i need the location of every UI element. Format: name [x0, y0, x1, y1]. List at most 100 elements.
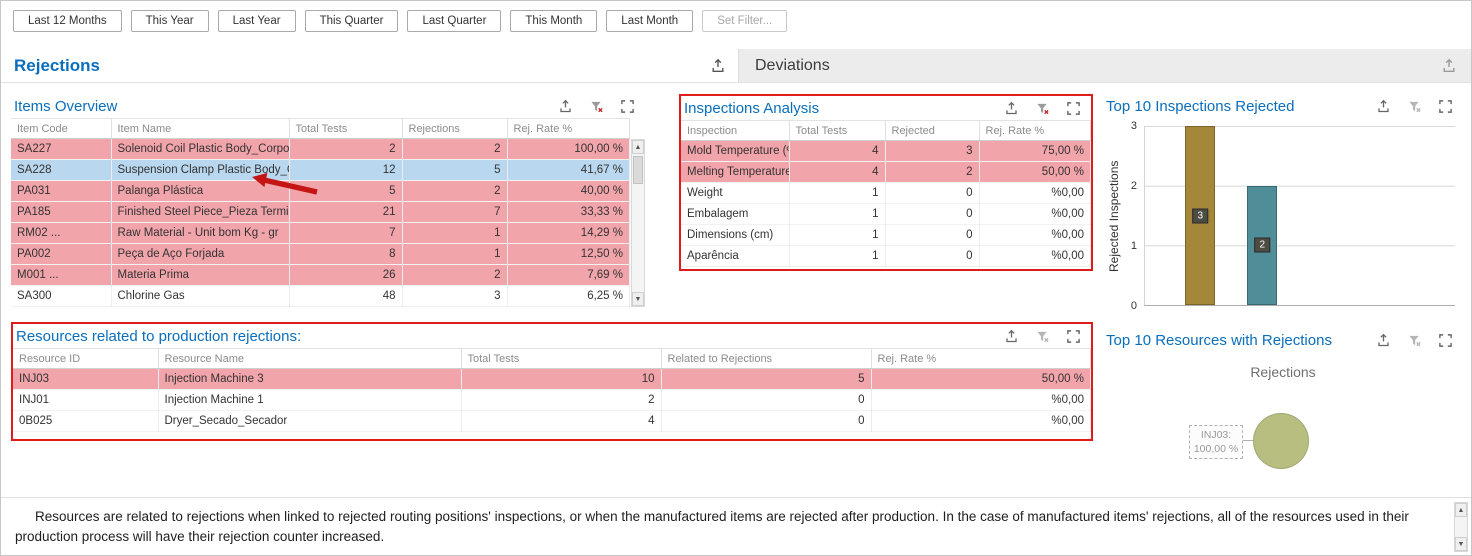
- pie-circle[interactable]: [1253, 413, 1309, 469]
- column-header[interactable]: Resource Name: [158, 349, 461, 369]
- items-overview-header: Items Overview: [11, 94, 645, 118]
- table-row[interactable]: Embalagem10%0,00: [681, 204, 1091, 225]
- column-header[interactable]: Total Tests: [289, 119, 402, 139]
- column-header[interactable]: Total Tests: [789, 121, 885, 141]
- expand-icon[interactable]: [1063, 98, 1083, 118]
- export-icon[interactable]: [1439, 56, 1459, 76]
- column-header[interactable]: Rej. Rate %: [979, 121, 1091, 141]
- cell: %0,00: [871, 390, 1091, 411]
- filter-last-quarter-button[interactable]: Last Quarter: [407, 10, 501, 32]
- cell: 48: [289, 286, 402, 307]
- table-row[interactable]: SA227Solenoid Coil Plastic Body_Corpo Pl…: [11, 139, 630, 160]
- cell: Chlorine Gas: [111, 286, 289, 307]
- cell: 5: [402, 160, 507, 181]
- tab-rejections[interactable]: Rejections: [1, 49, 738, 82]
- export-icon[interactable]: [1373, 96, 1393, 116]
- cell: 4: [789, 141, 885, 162]
- filter-clear-icon[interactable]: [1032, 326, 1052, 346]
- column-header[interactable]: Related to Rejections: [661, 349, 871, 369]
- items-overview-panel: Items Overview Item CodeItem NameTotal T…: [11, 94, 645, 307]
- column-header[interactable]: Item Code: [11, 119, 111, 139]
- column-header[interactable]: Inspection: [681, 121, 789, 141]
- cell: 0: [885, 246, 979, 267]
- expand-icon[interactable]: [1435, 330, 1455, 350]
- table-row[interactable]: INJ01Injection Machine 120%0,00: [13, 390, 1091, 411]
- table-row[interactable]: RM02 ...Raw Material - Unit bom Kg - gr7…: [11, 223, 630, 244]
- cell: 0: [661, 411, 871, 432]
- column-header[interactable]: Rejections: [402, 119, 507, 139]
- footer-scrollbar[interactable]: ▲ ▼: [1454, 502, 1468, 552]
- table-row[interactable]: Dimensions (cm)10%0,00: [681, 225, 1091, 246]
- pie-chart-title: Rejections: [1103, 364, 1463, 380]
- items-overview-table: Item CodeItem NameTotal TestsRejectionsR…: [11, 118, 630, 307]
- bar-melting-temperature[interactable]: 2: [1247, 186, 1277, 305]
- table-row[interactable]: PA185Finished Steel Piece_Pieza Terminad…: [11, 202, 630, 223]
- filter-this-quarter-button[interactable]: This Quarter: [305, 10, 399, 32]
- filter-last-12-months-button[interactable]: Last 12 Months: [13, 10, 122, 32]
- tab-deviations[interactable]: Deviations: [738, 49, 1471, 82]
- y-tick: 1: [1131, 240, 1137, 252]
- filter-clear-icon[interactable]: [586, 96, 606, 116]
- scrollbar-thumb[interactable]: [633, 156, 643, 184]
- column-header[interactable]: Resource ID: [13, 349, 158, 369]
- footer-text: Resources are related to rejections when…: [15, 507, 1441, 548]
- export-icon[interactable]: [1373, 330, 1393, 350]
- export-icon[interactable]: [1001, 326, 1021, 346]
- filter-this-month-button[interactable]: This Month: [510, 10, 597, 32]
- set-filter-button[interactable]: Set Filter...: [702, 10, 787, 32]
- column-header[interactable]: Rejected: [885, 121, 979, 141]
- table-row[interactable]: Mold Temperature (ºC)4375,00 %: [681, 141, 1091, 162]
- cell: 2: [885, 162, 979, 183]
- cell: Dryer_Secado_Secador: [158, 411, 461, 432]
- cell: Aparência: [681, 246, 789, 267]
- expand-icon[interactable]: [1435, 96, 1455, 116]
- page-title: Rejections: [14, 56, 708, 76]
- export-icon[interactable]: [555, 96, 575, 116]
- table-row[interactable]: INJ03Injection Machine 310550,00 %: [13, 369, 1091, 390]
- table-row[interactable]: Melting Temperature (ºC)4250,00 %: [681, 162, 1091, 183]
- filter-last-month-button[interactable]: Last Month: [606, 10, 693, 32]
- top10-inspections-header: Top 10 Inspections Rejected: [1103, 94, 1463, 118]
- cell: Dimensions (cm): [681, 225, 789, 246]
- table-row[interactable]: PA002Peça de Aço Forjada8112,50 %: [11, 244, 630, 265]
- callout-value: 100,00 %: [1194, 443, 1238, 455]
- bar-mold-temperature[interactable]: 3: [1185, 126, 1215, 305]
- filter-clear-icon[interactable]: [1404, 330, 1424, 350]
- column-header[interactable]: Total Tests: [461, 349, 661, 369]
- y-tick: 0: [1131, 300, 1137, 312]
- inspections-analysis-header: Inspections Analysis: [681, 96, 1091, 120]
- table-row[interactable]: SA300Chlorine Gas4836,25 %: [11, 286, 630, 307]
- filter-last-year-button[interactable]: Last Year: [218, 10, 296, 32]
- table-row[interactable]: 0B025Dryer_Secado_Secador40%0,00: [13, 411, 1091, 432]
- cell: Finished Steel Piece_Pieza Terminad...: [111, 202, 289, 223]
- scrollbar-track[interactable]: [632, 154, 644, 292]
- expand-icon[interactable]: [617, 96, 637, 116]
- filter-clear-icon[interactable]: [1032, 98, 1052, 118]
- scroll-up-button[interactable]: ▲: [632, 140, 644, 154]
- scroll-down-button[interactable]: ▼: [1455, 537, 1467, 551]
- column-header[interactable]: Rej. Rate %: [507, 119, 630, 139]
- bar-chart: Rejected Inspections 3 2 1 0 3 2: [1107, 126, 1455, 306]
- scroll-up-button[interactable]: ▲: [1455, 503, 1467, 517]
- expand-icon[interactable]: [1063, 326, 1083, 346]
- resources-header: Resources related to production rejectio…: [13, 324, 1091, 348]
- table-row[interactable]: M001 ...Materia Prima2627,69 %: [11, 265, 630, 286]
- table-row[interactable]: Weight10%0,00: [681, 183, 1091, 204]
- items-table-scrollbar[interactable]: ▲ ▼: [631, 139, 645, 307]
- cell: 75,00 %: [979, 141, 1091, 162]
- footer-note: Resources are related to rejections when…: [1, 497, 1471, 554]
- scrollbar-track[interactable]: [1455, 517, 1467, 537]
- export-icon[interactable]: [1001, 98, 1021, 118]
- export-icon[interactable]: [708, 56, 728, 76]
- column-header[interactable]: Rej. Rate %: [871, 349, 1091, 369]
- filter-clear-icon[interactable]: [1404, 96, 1424, 116]
- column-header[interactable]: Item Name: [111, 119, 289, 139]
- filter-this-year-button[interactable]: This Year: [131, 10, 209, 32]
- scroll-down-button[interactable]: ▼: [632, 292, 644, 306]
- cell: 6,25 %: [507, 286, 630, 307]
- table-row[interactable]: SA228Suspension Clamp Plastic Body_Cue..…: [11, 160, 630, 181]
- cell: 26: [289, 265, 402, 286]
- table-row[interactable]: Aparência10%0,00: [681, 246, 1091, 267]
- dashboard-window: Last 12 Months This Year Last Year This …: [0, 0, 1472, 556]
- table-row[interactable]: PA031Palanga Plástica5240,00 %: [11, 181, 630, 202]
